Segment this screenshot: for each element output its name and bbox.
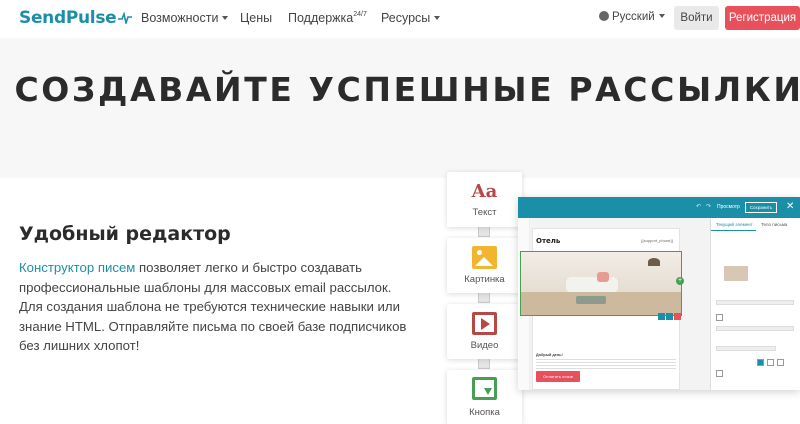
text-format-icon: Aa [471, 181, 498, 202]
email-body-text [536, 359, 676, 369]
sendpulse-logo[interactable]: SendPulse [19, 8, 133, 28]
add-block-icon[interactable]: + [676, 277, 684, 285]
connector-block [478, 292, 490, 303]
editor-settings-panel: Текущий элемент Тело письма [710, 218, 800, 390]
checkbox[interactable] [716, 314, 723, 321]
chevron-down-icon [222, 16, 229, 20]
redo-icon: ↷ [706, 204, 712, 210]
tab-current-element[interactable]: Текущий элемент [716, 222, 753, 227]
hotel-room-image[interactable] [520, 251, 682, 316]
register-button[interactable]: Регистрация [725, 6, 800, 30]
email-builder-link[interactable]: Конструктор писем [19, 260, 135, 275]
feature-description: Конструктор писем позволяет легко и быст… [19, 260, 407, 353]
login-button[interactable]: Войти [674, 6, 719, 30]
nav-item-features[interactable]: Возможности [141, 11, 229, 25]
checkbox[interactable] [716, 370, 723, 377]
email-heading: Отель [536, 237, 561, 245]
email-greeting: Добрый день! [536, 353, 563, 357]
pulse-icon [118, 12, 133, 24]
chevron-down-icon [658, 14, 665, 18]
editor-toolbar: ↶ ↷ Просмотр Сохранить ✕ [518, 197, 800, 218]
delete-icon[interactable] [674, 313, 681, 320]
editor-preview: ↶ ↷ Просмотр Сохранить ✕ Отель {{support… [518, 197, 800, 390]
preview-button[interactable]: Просмотр [717, 204, 740, 210]
email-cta-button: Оплатить отзыв [536, 371, 580, 382]
copy-icon[interactable] [666, 313, 673, 320]
globe-icon [599, 11, 609, 21]
tab-email-body[interactable]: Тело письма [761, 222, 787, 227]
feature-title: Удобный редактор [19, 223, 231, 245]
cursor-button-icon [472, 377, 497, 400]
move-icon[interactable] [658, 313, 665, 320]
undo-icon: ↶ [696, 204, 702, 210]
align-left-icon[interactable] [757, 359, 764, 366]
chevron-down-icon [434, 16, 441, 20]
button-block-tool[interactable]: Кнопка [447, 370, 522, 424]
connector-block [478, 226, 490, 237]
align-center-icon[interactable] [767, 359, 774, 366]
text-block-tool[interactable]: Aa Текст [447, 172, 522, 227]
connector-block [478, 358, 490, 369]
phone-placeholder: {{support_phone}} [641, 238, 674, 243]
nav-item-support[interactable]: Поддержка24/7 [288, 11, 367, 25]
image-block-tool[interactable]: Картинка [447, 238, 522, 293]
support-hours-badge: 24/7 [353, 11, 367, 18]
save-button[interactable]: Сохранить [745, 202, 777, 213]
play-video-icon [472, 312, 497, 335]
close-icon[interactable]: ✕ [786, 201, 794, 212]
image-thumbnail [724, 266, 748, 281]
language-selector[interactable]: Русский [599, 11, 665, 23]
align-right-icon[interactable] [777, 359, 784, 366]
hero-title: СОЗДАВАЙТЕ УСПЕШНЫЕ РАССЫЛКИ [14, 70, 800, 109]
top-navigation: SendPulse Возможности Цены Поддержка24/7… [0, 0, 800, 38]
video-block-tool[interactable]: Видео [447, 304, 522, 359]
nav-item-pricing[interactable]: Цены [240, 11, 272, 25]
image-icon [472, 246, 497, 269]
nav-item-resources[interactable]: Ресурсы [381, 11, 441, 25]
